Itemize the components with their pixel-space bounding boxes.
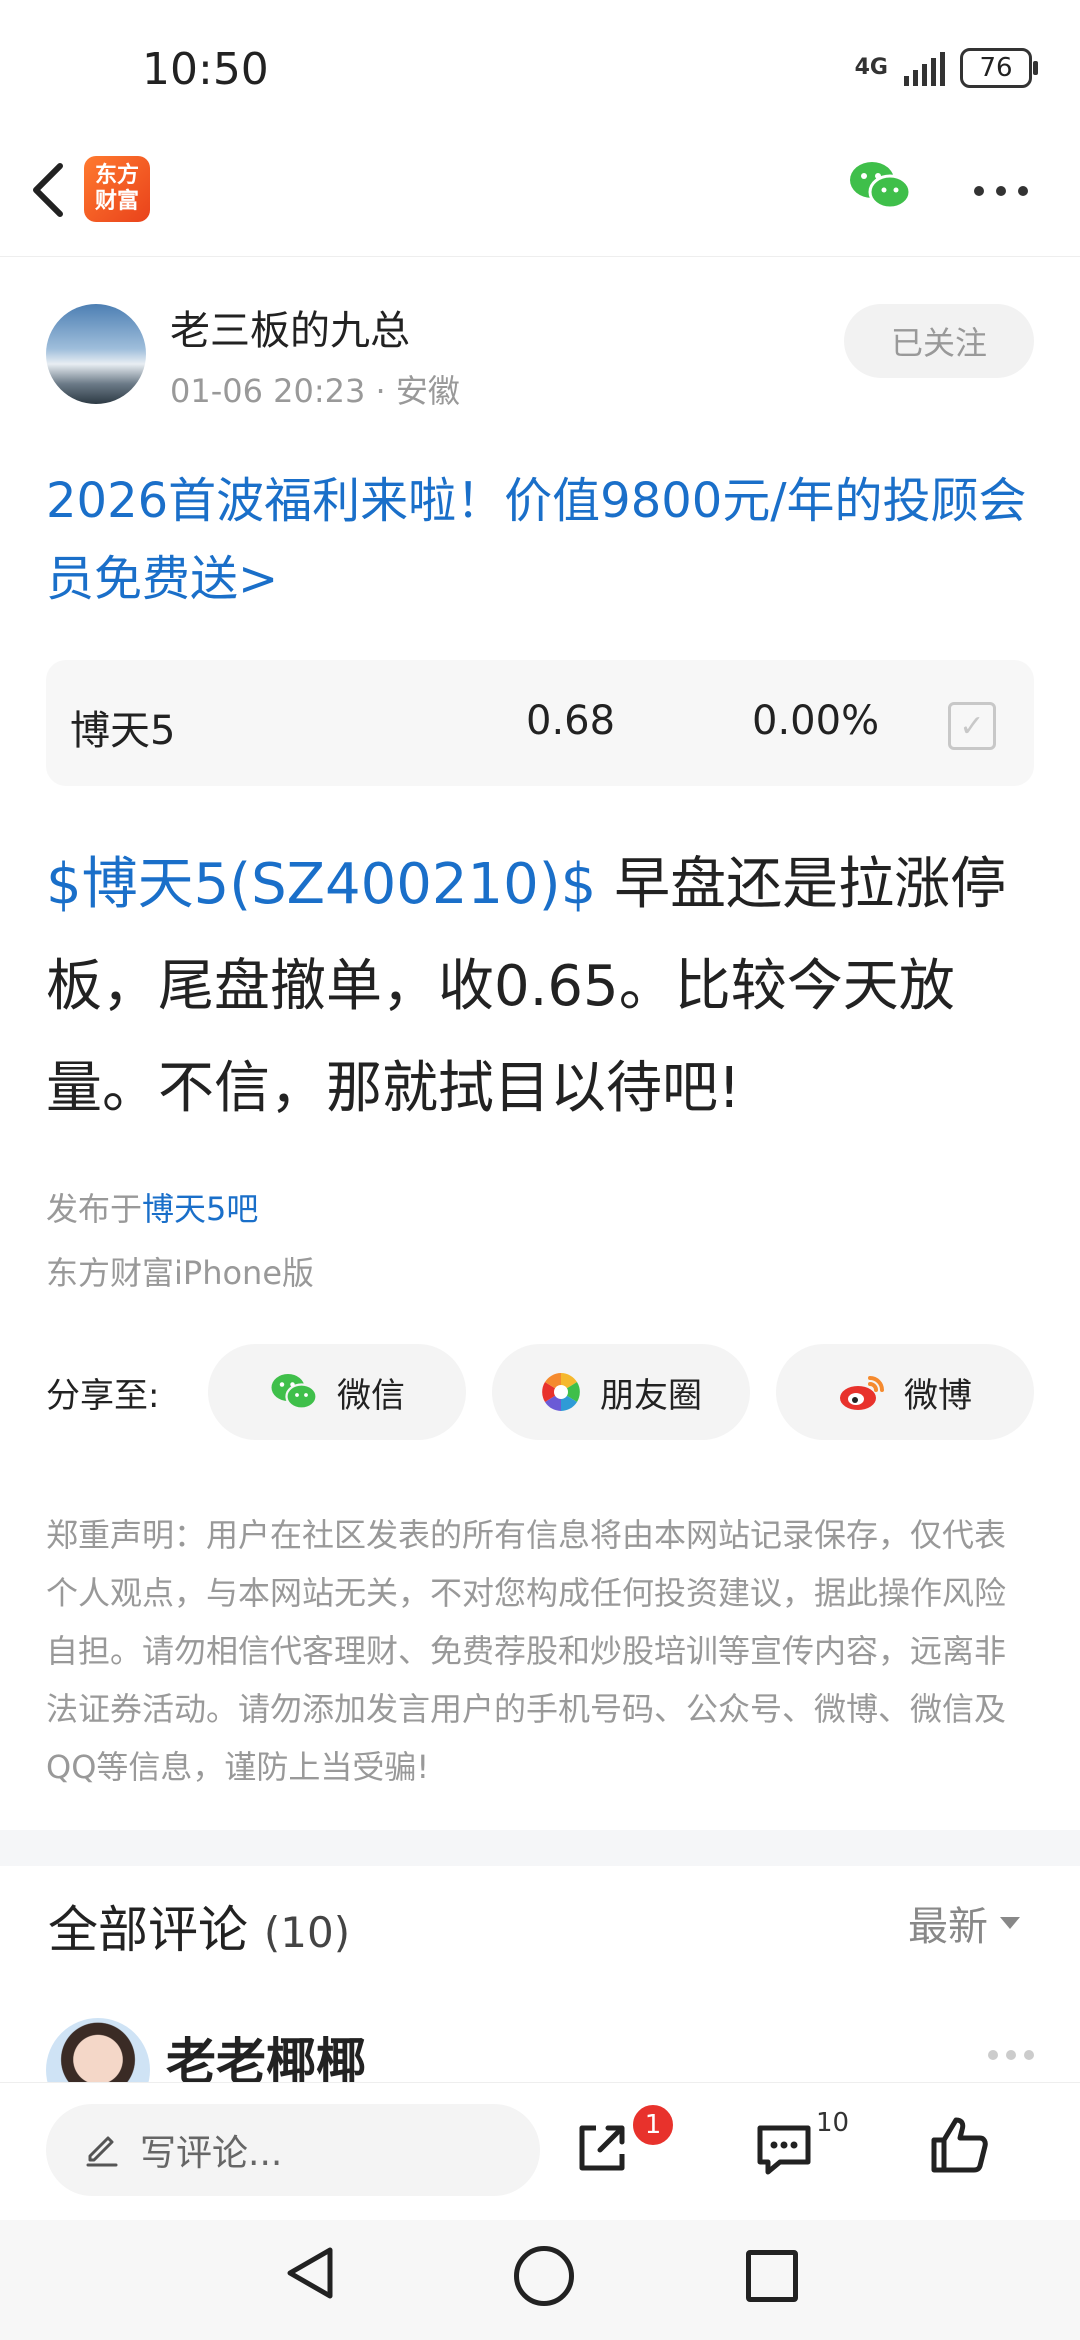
caret-down-icon <box>1000 1917 1020 1929</box>
app-logo: 东方 财富 <box>84 156 150 222</box>
status-indicators: 4G 76 <box>854 48 1038 88</box>
published-prefix: 发布于 <box>46 1190 143 1228</box>
thumbs-up-icon[interactable] <box>928 2114 992 2176</box>
network-label: 4G <box>854 55 888 80</box>
post-body: $博天5(SZ400210)$ 早盘还是拉涨停板，尾盘撤单，收0.65。比较今天… <box>46 834 1041 1140</box>
wechat-icon <box>271 1374 318 1410</box>
post-location: · 安徽 <box>375 372 460 410</box>
comment-input[interactable]: 写评论... <box>46 2104 540 2196</box>
post-meta: 01-06 20:23 · 安徽 <box>170 366 460 412</box>
stock-name: 博天5 <box>70 708 176 754</box>
stock-price: 0.68 <box>526 698 616 744</box>
author-name[interactable]: 老三板的九总 <box>170 298 410 356</box>
bar-link[interactable]: 博天5吧 <box>142 1190 258 1228</box>
logo-line2: 财富 <box>94 189 139 214</box>
promo-link[interactable]: 2026首波福利来啦！价值9800元/年的投顾会员免费送> <box>46 462 1036 618</box>
system-recents-icon[interactable] <box>746 2250 798 2302</box>
moments-icon <box>542 1373 580 1411</box>
sort-dropdown[interactable]: 最新 <box>908 1894 1020 1952</box>
wechat-share-icon[interactable] <box>848 158 912 214</box>
battery-icon: 76 <box>960 48 1038 88</box>
comment-more-icon[interactable] <box>988 2050 1034 2060</box>
system-back-icon[interactable] <box>282 2244 338 2302</box>
sort-label: 最新 <box>908 1904 988 1950</box>
stock-tag-link[interactable]: $博天5(SZ400210)$ <box>46 852 596 917</box>
comments-count: (10) <box>263 1908 351 1957</box>
nav-bar <box>0 150 1080 257</box>
post-date: 01-06 20:23 <box>170 372 366 410</box>
system-home-icon[interactable] <box>514 2246 574 2306</box>
published-in: 发布于博天5吧 <box>46 1184 258 1230</box>
section-divider <box>0 1830 1080 1866</box>
comments-title: 全部评论 (10) <box>48 1890 350 1962</box>
share-weibo-button[interactable]: 微博 <box>776 1344 1034 1440</box>
share-wechat-label: 微信 <box>337 1375 405 1416</box>
pencil-icon <box>86 2136 118 2167</box>
battery-level: 76 <box>979 53 1013 83</box>
stock-change: 0.00% <box>752 698 880 744</box>
status-time: 10:50 <box>142 44 269 95</box>
comments-title-text: 全部评论 <box>48 1901 248 1959</box>
comment-placeholder: 写评论... <box>140 2133 283 2174</box>
disclaimer-text: 郑重声明：用户在社区发表的所有信息将由本网站记录保存，仅代表个人观点，与本网站无… <box>46 1516 1007 1786</box>
signal-icon <box>904 52 945 86</box>
share-badge: 1 <box>630 2102 676 2148</box>
back-arrow-icon[interactable] <box>24 160 80 220</box>
share-moments-button[interactable]: 朋友圈 <box>492 1344 750 1440</box>
more-options-icon[interactable] <box>974 186 1028 196</box>
author-avatar[interactable] <box>46 304 146 404</box>
comment-count: 10 <box>816 2108 850 2138</box>
share-label: 分享至: <box>46 1376 160 1416</box>
follow-button[interactable]: 已关注 <box>844 304 1034 378</box>
watchlist-check-icon[interactable]: ✓ <box>948 702 996 750</box>
weibo-icon <box>840 1376 884 1410</box>
comment-icon[interactable] <box>754 2120 814 2178</box>
share-moments-label: 朋友圈 <box>600 1375 702 1416</box>
post-client: 东方财富iPhone版 <box>46 1254 315 1292</box>
share-weibo-label: 微博 <box>904 1375 972 1416</box>
share-icon[interactable] <box>572 2118 632 2178</box>
share-wechat-button[interactable]: 微信 <box>208 1344 466 1440</box>
logo-line1: 东方 <box>94 163 139 188</box>
